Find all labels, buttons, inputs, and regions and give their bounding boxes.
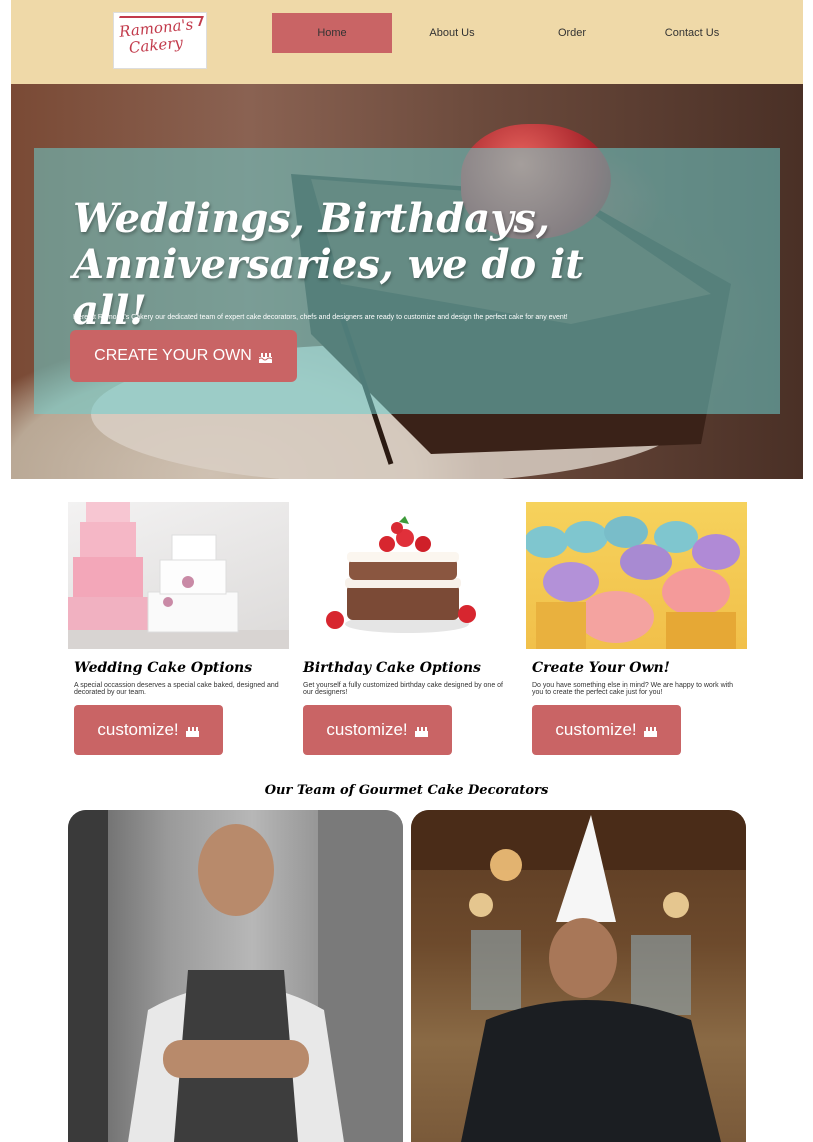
logo[interactable]: Ramona's Cakery [113, 12, 207, 69]
card-description: Do you have something else in mind? We a… [532, 682, 734, 696]
chef-1-illustration [68, 810, 403, 1142]
chef-2-illustration [411, 810, 746, 1142]
nav-order[interactable]: Order [512, 13, 632, 53]
card-description: Get yourself a fully customized birthday… [303, 682, 503, 696]
card-title: Birthday Cake Options [303, 660, 481, 676]
hero-title-line-1: Weddings, Birthdays, [73, 195, 550, 242]
create-your-own-label: CREATE YOUR OWN [94, 347, 252, 364]
nav-home[interactable]: Home [272, 13, 392, 53]
customize-create-your-own-button[interactable]: customize! [532, 705, 681, 755]
birthday-cake-icon [258, 350, 273, 363]
birthday-cake-illustration [326, 516, 476, 633]
card-title: Wedding Cake Options [74, 660, 253, 676]
team-photo-chef-2 [411, 810, 746, 1142]
wedding-cake-image [68, 502, 289, 649]
main-nav: Home About Us Order Contact Us [272, 13, 752, 53]
birthday-cake-icon [414, 724, 429, 737]
birthday-cake-icon [185, 724, 200, 737]
nav-about-us[interactable]: About Us [392, 13, 512, 53]
logo-text: Ramona's Cakery [118, 15, 195, 58]
card-create-your-own: Create Your Own! Do you have something e… [526, 502, 747, 755]
card-birthday: Birthday Cake Options Get yourself a ful… [297, 502, 518, 755]
customize-label: customize! [97, 720, 179, 739]
team-photo-chef-1 [68, 810, 403, 1142]
hero-banner: Weddings, Birthdays, Anniversaries, we d… [11, 84, 803, 479]
card-title: Create Your Own! [532, 660, 670, 676]
team-heading: Our Team of Gourmet Cake Decorators [264, 783, 549, 798]
create-your-own-button[interactable]: CREATE YOUR OWN [70, 330, 297, 382]
card-wedding: Wedding Cake Options A special occassion… [68, 502, 289, 755]
hero-subtitle: Here at Ramona's Cakery our dedicated te… [73, 314, 568, 321]
customize-label: customize! [555, 720, 637, 739]
nav-contact-us[interactable]: Contact Us [632, 13, 752, 53]
cupcakes-illustration [526, 516, 740, 649]
customize-label: customize! [326, 720, 408, 739]
cupcakes-image [526, 502, 747, 649]
site-header: Ramona's Cakery Home About Us Order Cont… [11, 0, 803, 84]
birthday-cake-icon [643, 724, 658, 737]
customize-wedding-button[interactable]: customize! [74, 705, 223, 755]
customize-birthday-button[interactable]: customize! [303, 705, 452, 755]
birthday-cake-image [297, 502, 518, 649]
wedding-cake-illustration [68, 502, 289, 649]
card-description: A special occassion deserves a special c… [74, 682, 279, 696]
